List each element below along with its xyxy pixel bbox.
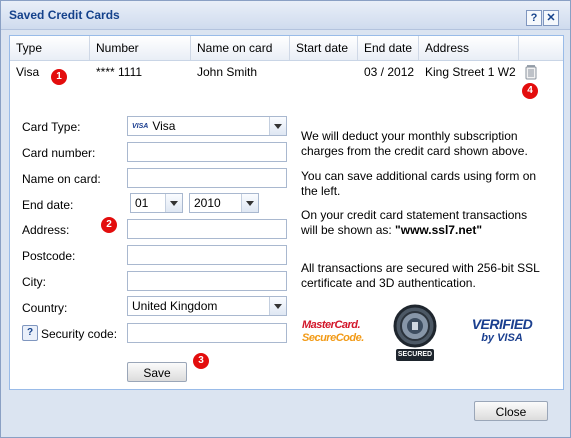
end-month-select[interactable]: 01 <box>130 193 183 213</box>
dialog-title: Saved Credit Cards <box>9 8 120 22</box>
mastercard-logo-line2: SecureCode. <box>302 332 364 344</box>
badge-1: 1 <box>51 69 67 85</box>
info-deduction: We will deduct your monthly subscription… <box>301 129 528 158</box>
close-button[interactable]: Close <box>474 401 548 421</box>
verified-logo-line2: by VISA <box>481 332 523 344</box>
end-year-value: 2010 <box>194 196 221 210</box>
card-type-value: Visa <box>152 119 176 133</box>
name-on-card-label: Name on card: <box>22 172 101 186</box>
cell-end-date: 03 / 2012 <box>364 65 415 79</box>
column-header-number[interactable]: Number <box>90 36 191 60</box>
statement-descriptor: "www.ssl7.net" <box>395 223 483 237</box>
card-number-label: Card number: <box>22 146 96 160</box>
column-header-actions <box>519 36 563 60</box>
secured-seal-logo: SECURED <box>392 303 438 363</box>
column-header-type[interactable]: Type <box>10 36 90 60</box>
card-type-label: Card Type: <box>22 120 81 134</box>
column-header-end-date[interactable]: End date <box>358 36 419 60</box>
cell-start-date <box>290 61 358 83</box>
title-bar: Saved Credit Cards ? ✕ <box>1 1 570 30</box>
badge-2: 2 <box>101 217 117 233</box>
country-label: Country: <box>22 301 68 315</box>
column-header-address[interactable]: Address <box>419 36 519 60</box>
info-security: All transactions are secured with 256-bi… <box>301 261 540 290</box>
country-select[interactable]: United Kingdom <box>127 296 287 316</box>
chevron-down-icon <box>269 297 286 315</box>
end-year-select[interactable]: 2010 <box>189 193 259 213</box>
visa-logo-icon: VISA <box>132 122 149 130</box>
cell-number: **** 1111 <box>96 65 143 79</box>
security-code-label: Security code: <box>41 327 118 341</box>
delete-card-icon[interactable] <box>524 64 538 80</box>
table-row[interactable]: Visa **** 1111 John Smith 03 / 2012 King… <box>10 61 563 83</box>
address-label: Address: <box>22 223 70 237</box>
cell-name: John Smith <box>197 65 258 79</box>
security-code-input[interactable] <box>127 323 287 343</box>
column-header-start-date[interactable]: Start date <box>290 36 358 60</box>
cards-table-header: Type Number Name on card Start date End … <box>10 36 563 61</box>
city-input[interactable] <box>127 271 287 291</box>
card-number-input[interactable] <box>127 142 287 162</box>
end-date-label: End date: <box>22 198 74 212</box>
chevron-down-icon <box>241 194 258 212</box>
postcode-input[interactable] <box>127 245 287 265</box>
info-additional-cards: You can save additional cards using form… <box>301 169 537 198</box>
cell-type: Visa <box>16 65 40 79</box>
cell-address: King Street 1 W2 4N <box>425 65 519 79</box>
security-code-help-icon[interactable]: ? <box>22 325 38 341</box>
verified-by-visa-logo: VERIFIED by VISA <box>466 317 538 345</box>
save-button[interactable]: Save <box>127 362 187 382</box>
close-icon[interactable]: ✕ <box>543 10 559 26</box>
verified-logo-line1: VERIFIED <box>471 316 533 332</box>
badge-3: 3 <box>193 353 209 369</box>
name-on-card-input[interactable] <box>127 168 287 188</box>
chevron-down-icon <box>269 117 286 135</box>
mastercard-securecode-logo: MasterCard. SecureCode. <box>302 319 370 345</box>
chevron-down-icon <box>165 194 182 212</box>
help-icon[interactable]: ? <box>526 10 542 26</box>
padlock-seal-icon <box>393 304 437 348</box>
info-statement: On your credit card statement transactio… <box>301 208 546 238</box>
saved-cards-dialog: Saved Credit Cards ? ✕ Type Number Name … <box>0 0 571 438</box>
address-input[interactable] <box>127 219 287 239</box>
badge-4: 4 <box>522 83 538 99</box>
country-value: United Kingdom <box>132 299 218 313</box>
postcode-label: Postcode: <box>22 249 76 263</box>
secured-label: SECURED <box>396 349 434 361</box>
city-label: City: <box>22 275 46 289</box>
content-panel: Type Number Name on card Start date End … <box>9 35 564 390</box>
card-type-select[interactable]: VISA Visa <box>127 116 287 136</box>
end-month-value: 01 <box>135 196 149 210</box>
mastercard-logo-line1: MasterCard. <box>302 319 361 331</box>
column-header-name[interactable]: Name on card <box>191 36 290 60</box>
